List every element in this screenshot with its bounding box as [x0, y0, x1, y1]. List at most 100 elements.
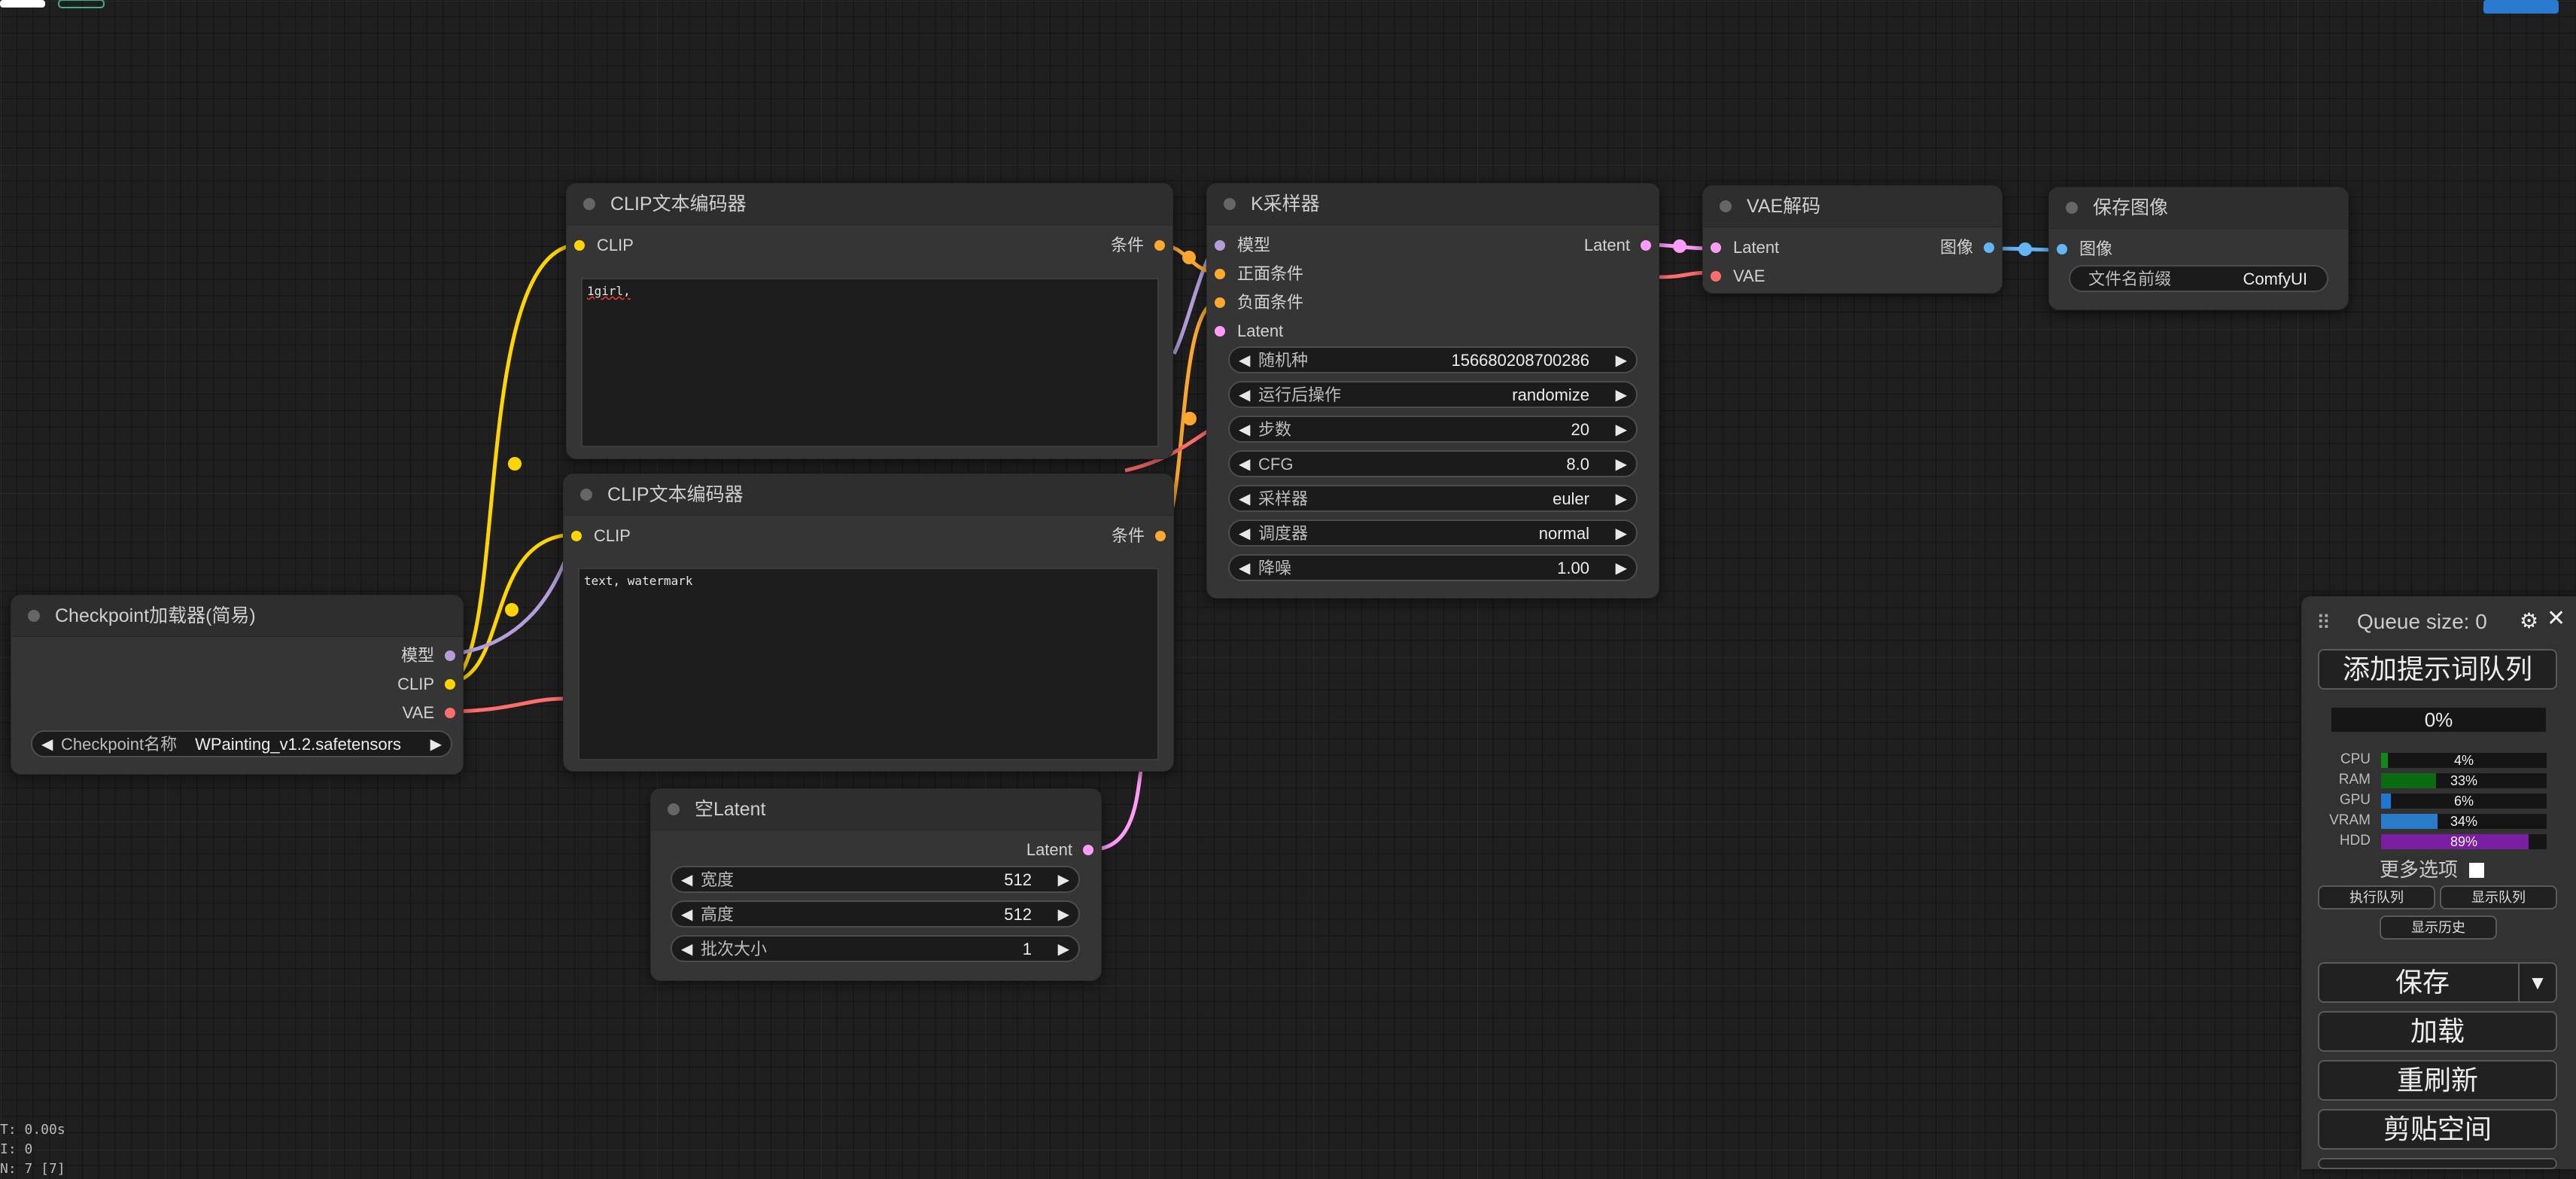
top-right-button-remnant[interactable] — [2483, 0, 2559, 14]
width-widget[interactable]: ◀ 宽度 512 ▶ — [671, 866, 1080, 893]
input-clip[interactable]: CLIP — [571, 525, 631, 547]
increment-arrow-icon[interactable]: ▶ — [1616, 382, 1627, 408]
latent-pin[interactable] — [1083, 845, 1093, 855]
steps-widget[interactable]: ◀ 步数 20 ▶ — [1228, 416, 1638, 443]
increment-arrow-icon[interactable]: ▶ — [1616, 486, 1627, 512]
seed-widget[interactable]: ◀ 随机种 156680208700286 ▶ — [1228, 346, 1638, 373]
conditioning-pin[interactable] — [1215, 269, 1225, 279]
clip-pin[interactable] — [571, 531, 582, 541]
input-model[interactable]: 模型 — [1215, 234, 1270, 257]
model-pin[interactable] — [445, 650, 455, 661]
filename-prefix-widget[interactable]: 文件名前缀 ComfyUI — [2069, 265, 2328, 292]
prompt-textarea[interactable]: text, watermark — [578, 568, 1159, 760]
save-dropdown-arrow-icon[interactable]: ▼ — [2518, 964, 2556, 1001]
decrement-arrow-icon[interactable]: ◀ — [1239, 556, 1250, 581]
node-title[interactable]: CLIP文本编码器 — [567, 184, 1172, 225]
load-button[interactable]: 加载 — [2318, 1011, 2557, 1052]
decrement-arrow-icon[interactable]: ◀ — [681, 937, 692, 962]
decrement-arrow-icon[interactable]: ◀ — [41, 732, 53, 757]
node-title[interactable]: VAE解码 — [1703, 186, 2002, 227]
collapse-dot[interactable] — [1720, 200, 1732, 212]
decrement-arrow-icon[interactable]: ◀ — [1239, 382, 1250, 408]
decrement-arrow-icon[interactable]: ◀ — [1239, 348, 1250, 373]
more-options-checkbox[interactable] — [2469, 863, 2485, 878]
input-images[interactable]: 图像 — [2057, 238, 2112, 260]
collapse-dot[interactable] — [1224, 198, 1236, 210]
latent-pin[interactable] — [1215, 326, 1225, 337]
increment-arrow-icon[interactable]: ▶ — [1616, 348, 1627, 373]
scheduler-widget[interactable]: ◀ 调度器 normal ▶ — [1228, 519, 1638, 547]
conditioning-pin[interactable] — [1154, 240, 1165, 251]
save-button[interactable]: 保存 ▼ — [2318, 962, 2557, 1003]
show-queue-button[interactable]: 显示队列 — [2440, 885, 2557, 909]
node-title[interactable]: Checkpoint加载器(简易) — [11, 596, 463, 637]
image-pin[interactable] — [1984, 242, 1994, 253]
output-vae[interactable]: VAE — [403, 702, 455, 724]
node-title[interactable]: K采样器 — [1207, 184, 1659, 225]
ksampler-node[interactable]: K采样器 模型 正面条件 负面条件 Latent Latent ◀ 随机种 1566… — [1206, 183, 1659, 599]
decrement-arrow-icon[interactable]: ◀ — [1239, 486, 1250, 512]
increment-arrow-icon[interactable]: ▶ — [1058, 902, 1069, 928]
input-clip[interactable]: CLIP — [574, 234, 634, 257]
decrement-arrow-icon[interactable]: ◀ — [1239, 521, 1250, 547]
conditioning-pin[interactable] — [1215, 297, 1225, 308]
conditioning-pin[interactable] — [1155, 531, 1166, 541]
input-vae[interactable]: VAE — [1711, 265, 1765, 288]
input-positive[interactable]: 正面条件 — [1215, 263, 1303, 285]
ckpt-name-widget[interactable]: ◀ Checkpoint名称 WPainting_v1.2.safetensors ▶ — [31, 730, 452, 757]
refresh-button[interactable]: 重刷新 — [2318, 1060, 2557, 1101]
increment-arrow-icon[interactable]: ▶ — [1058, 867, 1069, 893]
collapse-dot[interactable] — [28, 610, 40, 622]
latent-pin[interactable] — [1711, 242, 1721, 253]
drag-handle-icon[interactable]: ⠿ — [2316, 611, 2331, 635]
output-conditioning[interactable]: 条件 — [1112, 525, 1166, 547]
next-button-partial[interactable] — [2318, 1158, 2557, 1169]
cfg-widget[interactable]: ◀ CFG 8.0 ▶ — [1228, 450, 1638, 477]
collapse-dot[interactable] — [2066, 202, 2078, 214]
output-model[interactable]: 模型 — [401, 644, 455, 667]
increment-arrow-icon[interactable]: ▶ — [1058, 937, 1069, 962]
collapse-dot[interactable] — [583, 198, 595, 210]
increment-arrow-icon[interactable]: ▶ — [1616, 417, 1627, 443]
control-after-generate-widget[interactable]: ◀ 运行后操作 randomize ▶ — [1228, 381, 1638, 408]
height-widget[interactable]: ◀ 高度 512 ▶ — [671, 900, 1080, 928]
output-latent[interactable]: Latent — [1026, 839, 1093, 861]
output-latent[interactable]: Latent — [1584, 234, 1651, 257]
decrement-arrow-icon[interactable]: ◀ — [1239, 452, 1250, 477]
input-samples[interactable]: Latent — [1711, 236, 1779, 259]
show-history-button[interactable]: 显示历史 — [2380, 915, 2497, 940]
decrement-arrow-icon[interactable]: ◀ — [681, 867, 692, 893]
clip-text-encode-positive-node[interactable]: CLIP文本编码器 CLIP 条件 1girl, — [566, 183, 1173, 459]
collapse-dot[interactable] — [668, 803, 680, 815]
queue-prompt-button[interactable]: 添加提示词队列 — [2318, 649, 2557, 690]
clipspace-button[interactable]: 剪贴空间 — [2318, 1109, 2557, 1150]
checkpoint-loader-node[interactable]: Checkpoint加载器(简易) 模型 CLIP VAE ◀ Checkpoin… — [11, 595, 464, 775]
decrement-arrow-icon[interactable]: ◀ — [1239, 417, 1250, 443]
input-latent[interactable]: Latent — [1215, 320, 1283, 343]
vae-decode-node[interactable]: VAE解码 Latent VAE 图像 — [1702, 185, 2003, 294]
node-title[interactable]: 空Latent — [651, 789, 1101, 830]
sampler-widget[interactable]: ◀ 采样器 euler ▶ — [1228, 485, 1638, 512]
settings-gear-icon[interactable]: ⚙ — [2520, 608, 2538, 633]
clip-pin[interactable] — [574, 240, 585, 251]
close-icon[interactable]: ✕ — [2547, 605, 2565, 632]
save-image-node[interactable]: 保存图像 图像 文件名前缀 ComfyUI — [2048, 187, 2349, 310]
output-clip[interactable]: CLIP — [397, 673, 455, 696]
latent-pin[interactable] — [1641, 240, 1651, 251]
vae-pin[interactable] — [1711, 271, 1721, 282]
clip-text-encode-negative-node[interactable]: CLIP文本编码器 CLIP 条件 text, watermark — [563, 474, 1174, 772]
collapse-dot[interactable] — [580, 489, 592, 501]
image-pin[interactable] — [2057, 244, 2067, 254]
vae-pin[interactable] — [445, 708, 455, 718]
node-title[interactable]: CLIP文本编码器 — [564, 474, 1173, 516]
output-conditioning[interactable]: 条件 — [1111, 234, 1165, 257]
denoise-widget[interactable]: ◀ 降噪 1.00 ▶ — [1228, 554, 1638, 581]
decrement-arrow-icon[interactable]: ◀ — [681, 902, 692, 928]
node-title[interactable]: 保存图像 — [2049, 187, 2348, 229]
batch-size-widget[interactable]: ◀ 批次大小 1 ▶ — [671, 935, 1080, 962]
output-image[interactable]: 图像 — [1940, 236, 1994, 259]
clip-pin[interactable] — [445, 679, 455, 690]
model-pin[interactable] — [1215, 240, 1225, 251]
input-negative[interactable]: 负面条件 — [1215, 291, 1303, 314]
increment-arrow-icon[interactable]: ▶ — [430, 732, 442, 757]
